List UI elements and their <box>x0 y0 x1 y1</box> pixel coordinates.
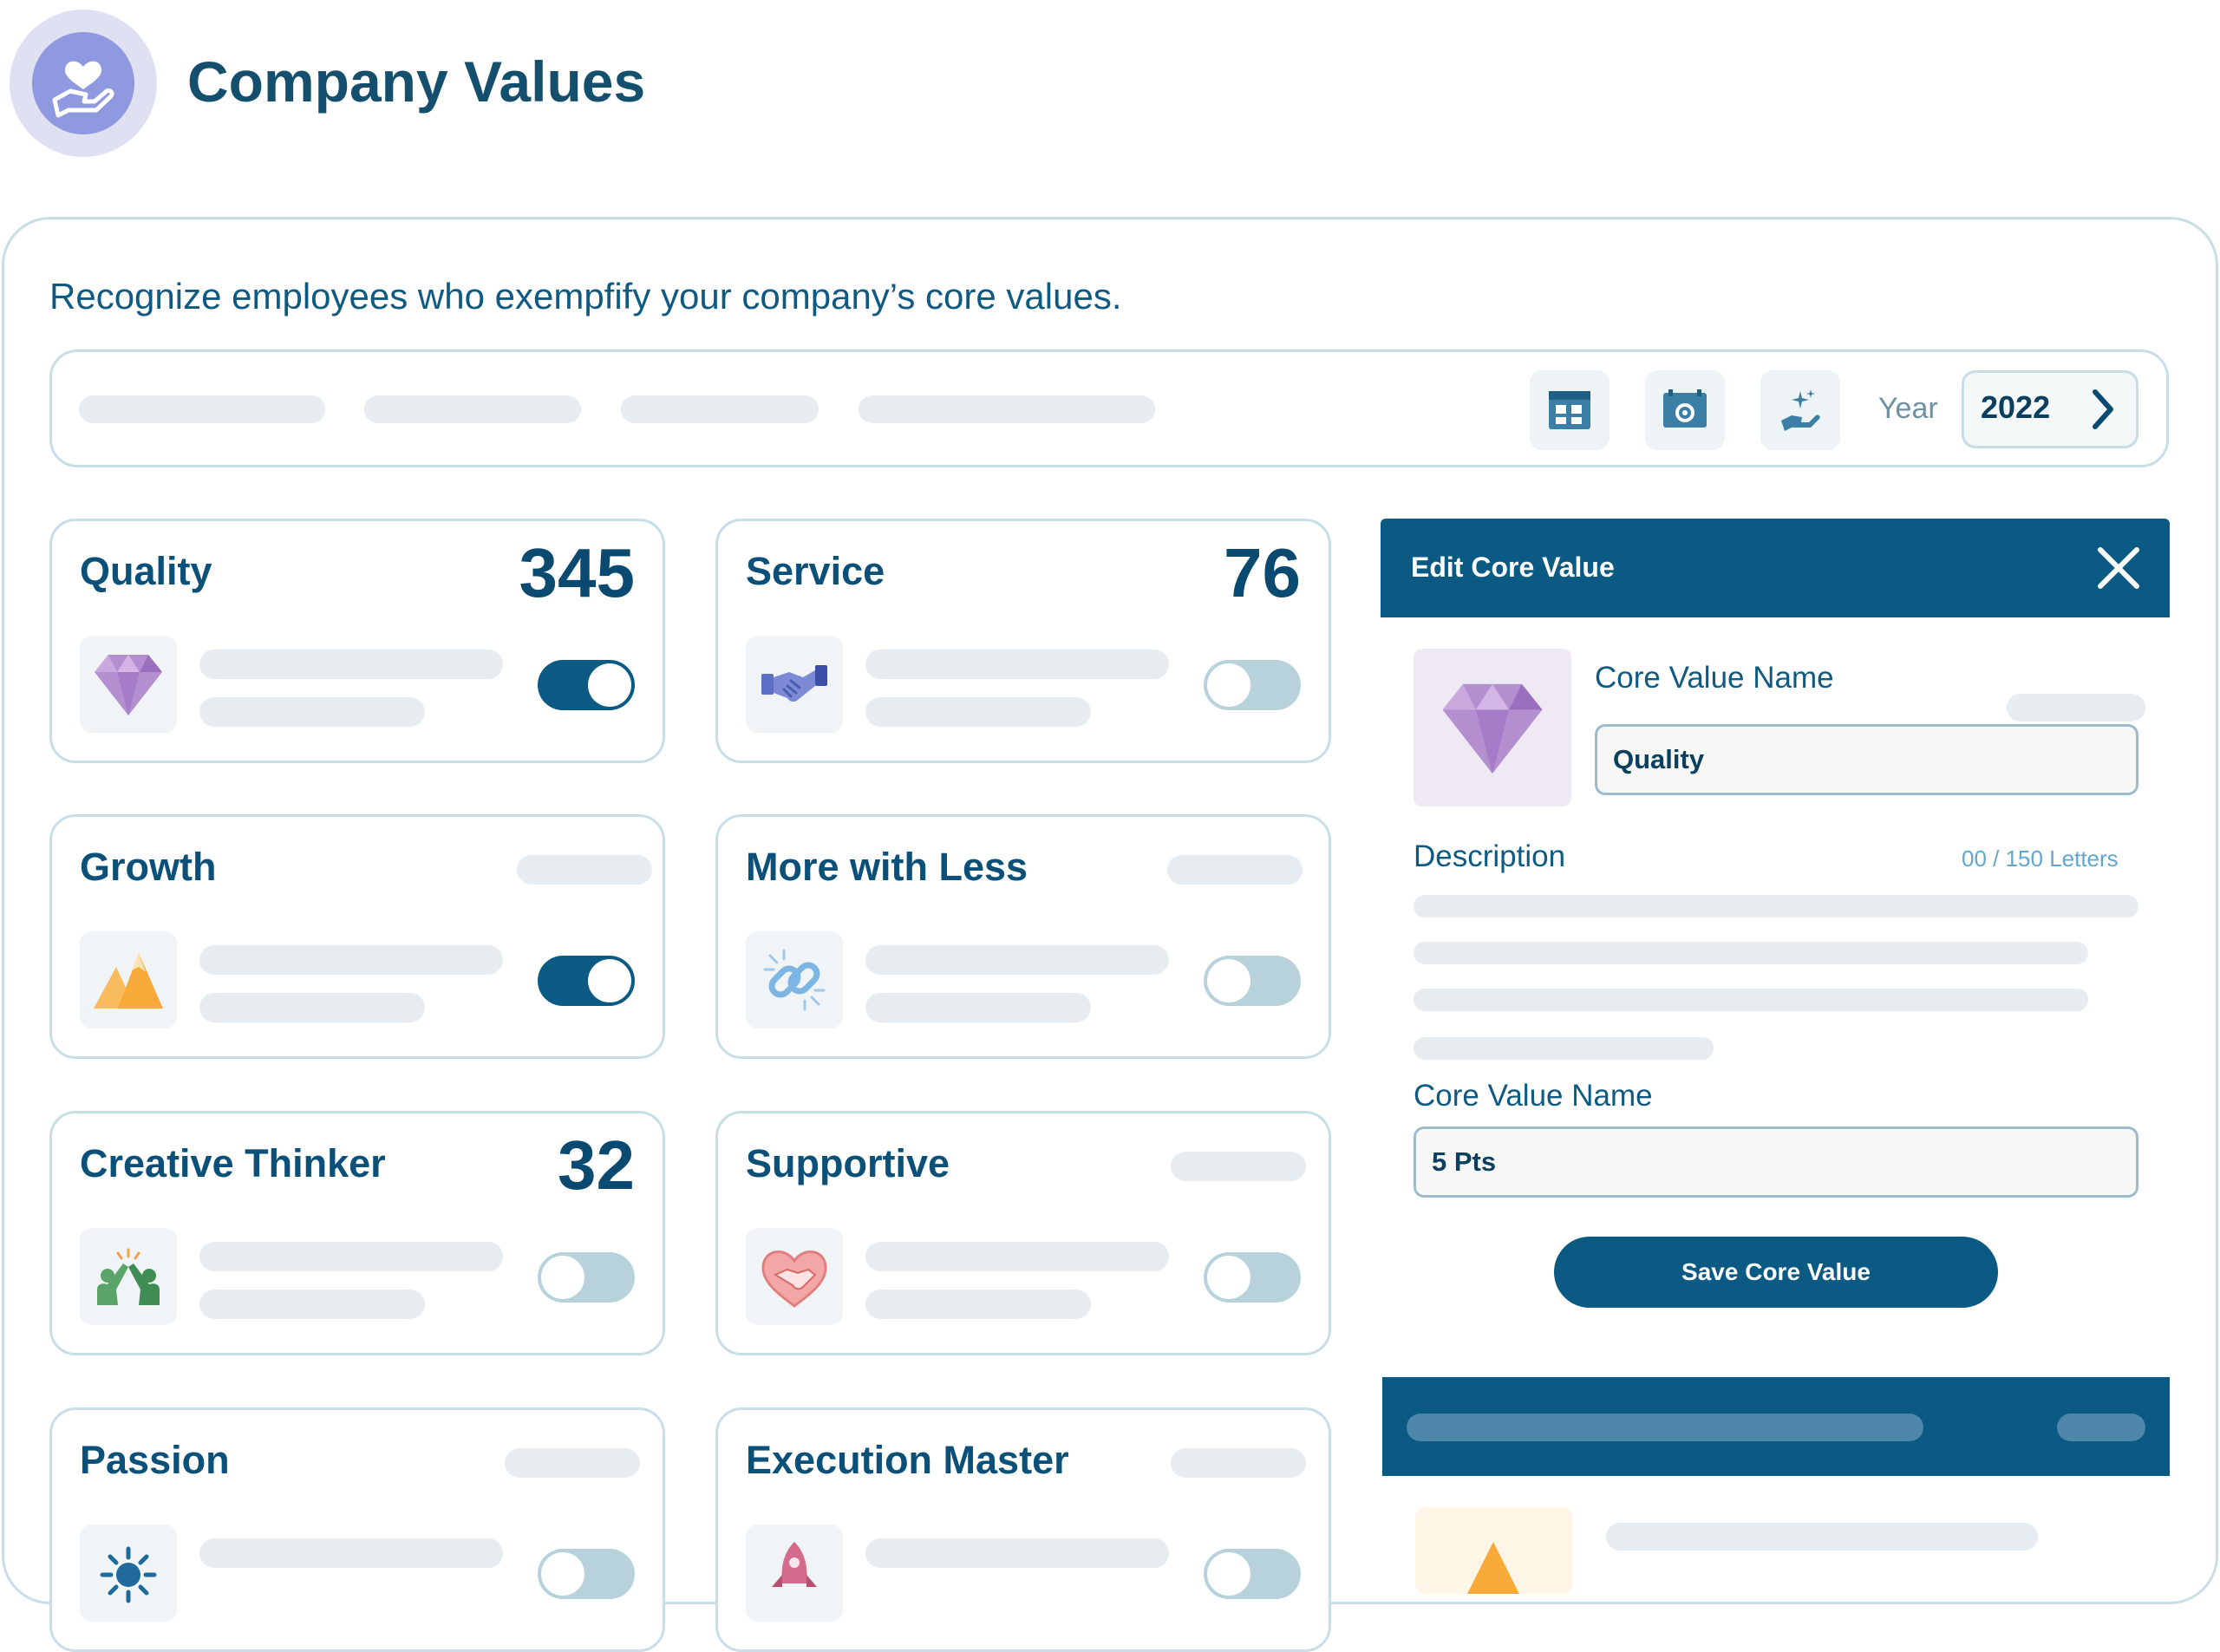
year-value[interactable]: 2022 <box>1981 389 2050 426</box>
card-title: Creative Thinker <box>80 1141 386 1185</box>
year-label: Year <box>1878 392 1938 425</box>
toolbar-tab-placeholder[interactable] <box>79 395 325 423</box>
card-placeholder-line <box>865 697 1091 727</box>
rocket-icon <box>746 1525 843 1622</box>
secondary-title-placeholder <box>1407 1414 1923 1441</box>
recognize-button[interactable] <box>1760 370 1840 450</box>
save-core-value-button[interactable]: Save Core Value <box>1554 1237 1998 1308</box>
enable-toggle[interactable] <box>1204 956 1301 1006</box>
points-label: Core Value Name <box>1414 1079 1653 1113</box>
enable-toggle[interactable] <box>1204 660 1301 710</box>
card-placeholder-line <box>865 650 1169 679</box>
core-value-name-input[interactable] <box>1595 724 2138 795</box>
chevron-right-icon[interactable] <box>2081 387 2123 432</box>
points-input[interactable] <box>1414 1126 2138 1198</box>
page-subtitle: Recognize employees who exempfify your c… <box>49 276 1122 317</box>
card-placeholder-line <box>199 650 503 679</box>
card-count: 345 <box>519 534 635 611</box>
card-placeholder-line <box>865 993 1091 1022</box>
enable-toggle[interactable] <box>538 1252 635 1303</box>
card-count: 32 <box>558 1126 635 1204</box>
card-placeholder-line <box>199 1290 425 1319</box>
close-icon[interactable] <box>2095 545 2142 591</box>
card-title: Quality <box>80 549 212 593</box>
heart-in-hand-icon <box>32 32 134 134</box>
value-card-passion[interactable]: Passion <box>49 1407 665 1652</box>
calendar-view-button[interactable] <box>1530 370 1610 450</box>
sparkle-hand-icon <box>1781 389 1820 431</box>
enable-toggle[interactable] <box>1204 1549 1301 1599</box>
calendar-settings-icon <box>1663 389 1707 428</box>
enable-toggle[interactable] <box>1204 1252 1301 1303</box>
chain-link-icon <box>746 931 843 1028</box>
card-placeholder-line <box>199 945 503 975</box>
card-title: Service <box>746 549 885 593</box>
card-placeholder-line <box>199 993 425 1022</box>
card-placeholder-line <box>865 1538 1169 1568</box>
enable-toggle[interactable] <box>538 956 635 1006</box>
card-placeholder-line <box>865 1242 1169 1271</box>
description-label: Description <box>1414 839 1566 873</box>
card-placeholder-line <box>199 697 425 727</box>
card-title: Execution Master <box>746 1438 1069 1482</box>
calendar-settings-button[interactable] <box>1645 370 1725 450</box>
secondary-placeholder-line <box>1606 1523 2038 1551</box>
value-card-more-with-less[interactable]: More with Less <box>715 814 1331 1059</box>
value-card-service[interactable]: Service 76 <box>715 519 1331 763</box>
card-placeholder-line <box>865 1290 1091 1319</box>
mountain-icon <box>80 931 177 1028</box>
card-count-placeholder <box>517 855 652 885</box>
card-count-placeholder <box>1171 1152 1306 1181</box>
enable-toggle[interactable] <box>538 660 635 710</box>
card-count-placeholder <box>1171 1448 1306 1478</box>
heart-handshake-icon <box>746 1228 843 1325</box>
core-value-name-label: Core Value Name <box>1595 661 1834 695</box>
description-placeholder-line[interactable] <box>1414 1037 1714 1060</box>
toolbar-tab-placeholder[interactable] <box>364 395 581 423</box>
card-count-placeholder <box>1167 855 1303 885</box>
card-title: More with Less <box>746 845 1028 889</box>
card-count: 76 <box>1224 534 1301 611</box>
description-placeholder-line[interactable] <box>1414 895 2138 917</box>
card-title: Growth <box>80 845 217 889</box>
value-card-growth[interactable]: Growth <box>49 814 665 1059</box>
value-card-creative-thinker[interactable]: Creative Thinker 32 <box>49 1111 665 1355</box>
high-five-icon <box>80 1228 177 1325</box>
diamond-icon <box>80 636 177 733</box>
card-placeholder-line <box>199 1538 503 1568</box>
description-placeholder-line[interactable] <box>1414 989 2088 1011</box>
secondary-action-placeholder <box>2057 1414 2145 1441</box>
card-title: Supportive <box>746 1141 950 1185</box>
toolbar-tab-placeholder[interactable] <box>859 395 1155 423</box>
diamond-icon[interactable] <box>1414 649 1571 806</box>
card-placeholder-line <box>199 1242 503 1271</box>
edit-panel-title: Edit Core Value <box>1411 552 1615 583</box>
card-count-placeholder <box>505 1448 640 1478</box>
field-hint-placeholder <box>2007 694 2145 722</box>
char-counter: 00 / 150 Letters <box>1962 846 2119 872</box>
description-placeholder-line[interactable] <box>1414 942 2088 964</box>
mountain-icon <box>1415 1507 1573 1594</box>
card-title: Passion <box>80 1438 230 1482</box>
value-card-execution-master[interactable]: Execution Master <box>715 1407 1331 1652</box>
page-title: Company Values <box>187 49 646 114</box>
toolbar-tab-placeholder[interactable] <box>621 395 819 423</box>
card-placeholder-line <box>865 945 1169 975</box>
value-card-supportive[interactable]: Supportive <box>715 1111 1331 1355</box>
enable-toggle[interactable] <box>538 1549 635 1599</box>
sun-icon <box>80 1525 177 1622</box>
value-card-quality[interactable]: Quality 345 <box>49 519 665 763</box>
handshake-icon <box>746 636 843 733</box>
calendar-grid-icon <box>1549 391 1590 429</box>
